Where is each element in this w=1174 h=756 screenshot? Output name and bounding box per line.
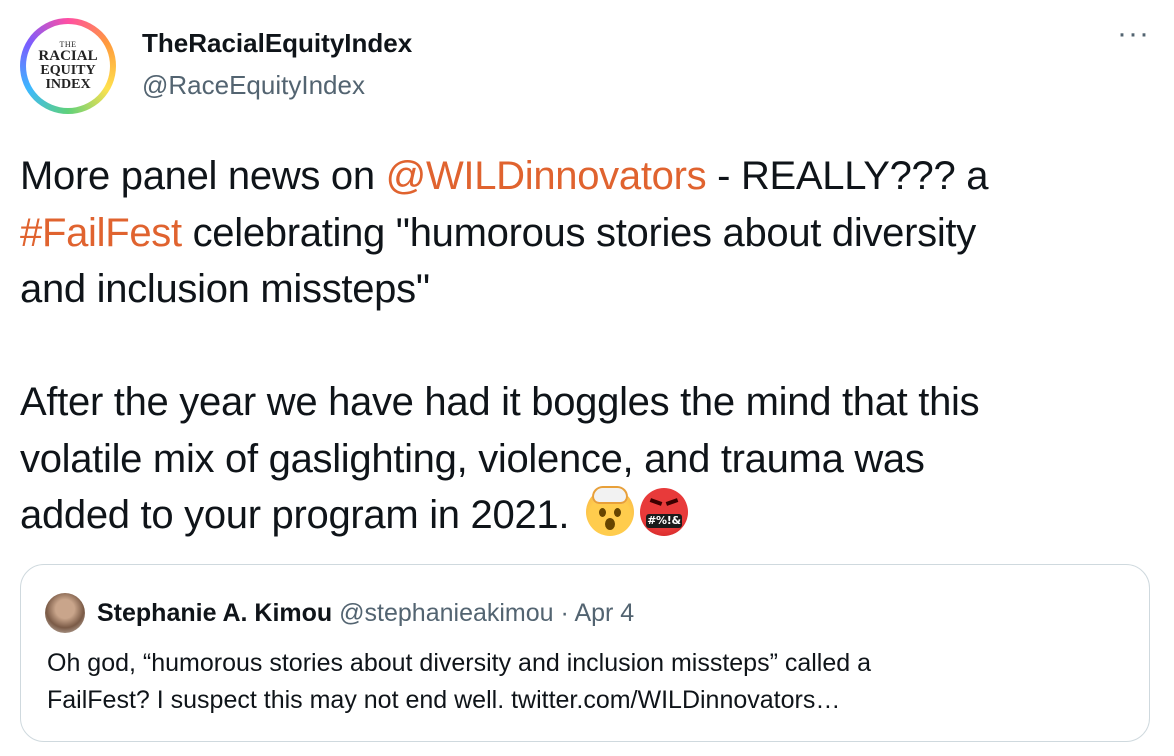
tweet-text-segment: More panel news on bbox=[20, 154, 386, 198]
tweet-text-line-5: volatile mix of gaslighting, violence, a… bbox=[20, 436, 925, 481]
tweet-text: More panel news on @WILDinnovators - REA… bbox=[20, 148, 1140, 544]
quoted-author-display-name[interactable]: Stephanie A. Kimou bbox=[97, 599, 332, 627]
avatar-logo-text-index: INDEX bbox=[45, 76, 91, 92]
quoted-tweet-text: Oh god, “humorous stories about diversit… bbox=[47, 645, 1127, 719]
paragraph-break bbox=[20, 318, 1140, 375]
quoted-tweet-meta: Stephanie A. Kimou @stephanieakimou · Ap… bbox=[97, 597, 634, 629]
quoted-tweet-text-line-2: FailFest? I suspect this may not end wel… bbox=[47, 686, 841, 714]
tweet-text-line-1: More panel news on @WILDinnovators - REA… bbox=[20, 148, 1140, 205]
tweet-text-line-4: After the year we have had it boggles th… bbox=[20, 380, 980, 424]
avatar-logo: THE RACIAL EQUITY INDEX bbox=[26, 24, 110, 108]
quoted-tweet-date[interactable]: Apr 4 bbox=[574, 599, 634, 627]
meta-separator: · bbox=[560, 599, 569, 627]
quoted-author-handle[interactable]: @stephanieakimou bbox=[339, 599, 553, 627]
author-handle[interactable]: @RaceEquityIndex bbox=[142, 68, 412, 102]
tweet-text-line-2: #FailFest celebrating "humorous stories … bbox=[20, 205, 1140, 262]
hashtag-link[interactable]: #FailFest bbox=[20, 211, 182, 255]
author-display-name[interactable]: TheRacialEquityIndex bbox=[142, 26, 412, 60]
quoted-tweet[interactable]: Stephanie A. Kimou @stephanieakimou · Ap… bbox=[20, 564, 1150, 742]
avatar-logo-text-racial: RACIAL bbox=[38, 47, 98, 64]
tweet-text-line-6: added to your program in 2021. #%!& bbox=[20, 486, 1140, 544]
tweet: THE RACIAL EQUITY INDEX TheRacialEquityI… bbox=[0, 0, 1174, 756]
quoted-author-avatar[interactable] bbox=[45, 593, 85, 633]
more-options-icon[interactable]: ··· bbox=[1117, 19, 1150, 49]
author-avatar[interactable]: THE RACIAL EQUITY INDEX bbox=[20, 18, 116, 114]
tweet-header: THE RACIAL EQUITY INDEX TheRacialEquityI… bbox=[20, 18, 1154, 118]
mention-link[interactable]: @WILDinnovators bbox=[386, 154, 707, 198]
tweet-text-line-3: and inclusion missteps" bbox=[20, 267, 430, 311]
exploding-head-emoji-icon bbox=[585, 486, 634, 536]
avatar-logo-text-equity: EQUITY bbox=[40, 62, 96, 78]
tweet-text-segment: celebrating "humorous stories about dive… bbox=[181, 210, 977, 255]
author-names: TheRacialEquityIndex @RaceEquityIndex bbox=[142, 26, 412, 102]
tweet-text-segment: - REALLY??? a bbox=[706, 154, 989, 198]
cursing-face-emoji-icon: #%!& bbox=[639, 488, 688, 536]
tweet-text-segment: added to your program in 2021. bbox=[20, 493, 580, 537]
cursing-symbols: #%!& bbox=[645, 514, 682, 528]
quoted-tweet-text-line-1: Oh god, “humorous stories about diversit… bbox=[47, 649, 872, 677]
